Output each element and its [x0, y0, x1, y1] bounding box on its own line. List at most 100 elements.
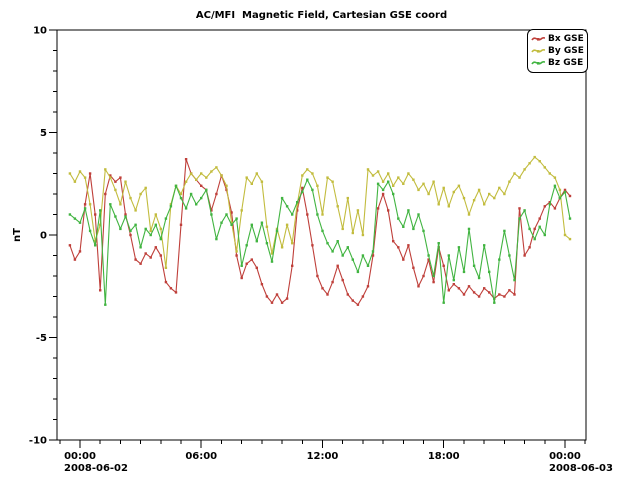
series-marker-by [256, 172, 258, 174]
series-marker-bz [301, 191, 303, 193]
series-marker-by [155, 213, 157, 215]
series-marker-bz [311, 189, 313, 191]
series-marker-bz [246, 244, 248, 246]
series-marker-by [195, 179, 197, 181]
series-marker-by [564, 234, 566, 236]
series-marker-bz [195, 203, 197, 205]
series-marker-bx [412, 267, 414, 269]
plot-frame [57, 30, 586, 440]
series-marker-bz [498, 258, 500, 260]
series-marker-bz [145, 228, 147, 230]
series-marker-bx [362, 295, 364, 297]
series-marker-bz [281, 197, 283, 199]
series-marker-bz [453, 279, 455, 281]
series-marker-by [139, 193, 141, 195]
series-marker-by [402, 183, 404, 185]
series-marker-by [372, 174, 374, 176]
series-marker-bx [528, 246, 530, 248]
series-marker-bz [160, 238, 162, 240]
legend-item-by: By GSE [531, 45, 583, 57]
series-marker-bx [79, 250, 81, 252]
series-marker-bx [306, 213, 308, 215]
series-marker-by [215, 166, 217, 168]
series-marker-bz [432, 275, 434, 277]
series-marker-bz [523, 209, 525, 211]
series-marker-by [412, 179, 414, 181]
series-marker-by [286, 224, 288, 226]
series-marker-bz [74, 217, 76, 219]
legend-label-bz: Bz GSE [548, 58, 583, 68]
series-marker-by [549, 172, 551, 174]
series-marker-by [453, 191, 455, 193]
series-marker-bz [518, 217, 520, 219]
series-marker-bx [544, 205, 546, 207]
series-marker-bz [215, 238, 217, 240]
series-marker-bz [69, 213, 71, 215]
series-marker-bz [377, 183, 379, 185]
legend-line-sample-bz [531, 58, 546, 68]
series-marker-by [129, 197, 131, 199]
series-marker-by [523, 168, 525, 170]
series-marker-by [473, 199, 475, 201]
series-marker-bz [337, 240, 339, 242]
series-marker-bz [402, 226, 404, 228]
series-marker-bx [84, 203, 86, 205]
series-marker-bz [286, 205, 288, 207]
series-marker-bz [544, 234, 546, 236]
series-marker-by [150, 230, 152, 232]
series-marker-bz [367, 265, 369, 267]
series-marker-bz [291, 213, 293, 215]
series-marker-by [225, 185, 227, 187]
series-marker-bz [175, 185, 177, 187]
series-marker-by [246, 176, 248, 178]
series-marker-bz [549, 203, 551, 205]
series-marker-bz [241, 265, 243, 267]
series-marker-bz [180, 197, 182, 199]
series-marker-by [261, 181, 263, 183]
series-marker-bz [357, 271, 359, 273]
series-marker-bx [200, 185, 202, 187]
series-marker-bx [235, 254, 237, 256]
series-marker-by [534, 156, 536, 158]
series-marker-bz [397, 217, 399, 219]
series-marker-bx [286, 297, 288, 299]
x-date-label: 2008-06-02 [64, 463, 128, 474]
series-marker-bx [276, 293, 278, 295]
series-marker-bz [528, 228, 530, 230]
series-marker-bx [256, 267, 258, 269]
series-marker-by [306, 168, 308, 170]
series-marker-bx [352, 299, 354, 301]
series-marker-by [84, 176, 86, 178]
series-marker-by [513, 172, 515, 174]
series-marker-bz [114, 215, 116, 217]
series-marker-bx [185, 158, 187, 160]
series-marker-bx [331, 281, 333, 283]
series-marker-bz [150, 234, 152, 236]
series-marker-bz [119, 228, 121, 230]
series-marker-by [427, 193, 429, 195]
series-marker-by [458, 185, 460, 187]
series-marker-by [326, 176, 328, 178]
series-marker-bz [190, 193, 192, 195]
series-marker-bx [114, 181, 116, 183]
series-marker-bx [488, 291, 490, 293]
series-marker-bz [448, 254, 450, 256]
series-marker-bx [377, 207, 379, 209]
y-tick-label: -5 [36, 333, 47, 344]
series-marker-bx [463, 293, 465, 295]
series-marker-bz [387, 181, 389, 183]
legend-item-bx: Bx GSE [531, 33, 583, 45]
series-marker-bx [397, 246, 399, 248]
series-marker-bx [508, 289, 510, 291]
series-marker-by [205, 176, 207, 178]
y-tick-label: 5 [40, 128, 47, 139]
series-marker-bx [539, 217, 541, 219]
series-marker-by [251, 183, 253, 185]
series-marker-bx [119, 176, 121, 178]
series-marker-bx [165, 281, 167, 283]
series-marker-by [438, 203, 440, 205]
series-marker-by [554, 176, 556, 178]
series-marker-by [89, 203, 91, 205]
series-marker-bz [321, 230, 323, 232]
series-marker-bx [261, 283, 263, 285]
